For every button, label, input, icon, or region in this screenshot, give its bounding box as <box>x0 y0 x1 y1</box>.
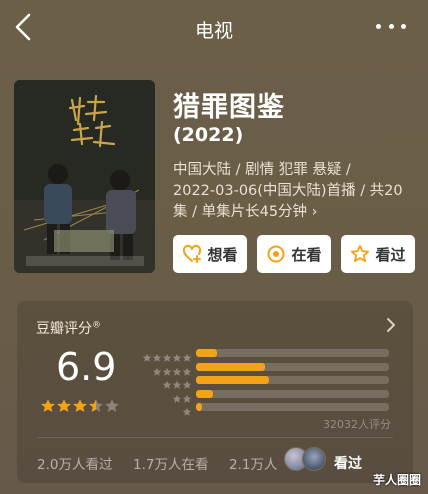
star-icon <box>152 362 162 376</box>
star-icon <box>182 348 192 362</box>
divider <box>37 437 393 438</box>
friend-watched-label[interactable]: 看过 <box>334 453 362 473</box>
rating-bar <box>196 389 389 398</box>
chevron-right-icon[interactable] <box>385 317 397 333</box>
star-icon <box>172 375 182 389</box>
rating-bar <box>196 403 389 411</box>
meta-line: 2022-03-06(中国大陆)首播 / 共20 <box>173 183 403 199</box>
chevron-right-icon: › <box>311 204 318 220</box>
rating-bar <box>196 362 389 371</box>
star-icon <box>104 398 120 414</box>
rating-row <box>141 374 393 389</box>
show-title: 猎罪图鉴 <box>173 92 285 123</box>
want-count: 2.1万人 <box>229 457 278 473</box>
watched-button[interactable]: 看过 <box>341 235 415 273</box>
rating-title: 豆瓣评分® <box>36 320 101 337</box>
want-button-label: 想看 <box>207 245 238 264</box>
watching-button-label: 在看 <box>291 245 322 264</box>
star-icon <box>105 399 119 412</box>
show-year: (2022) <box>173 124 244 146</box>
watched-count: 2.0万人看过 <box>37 457 113 473</box>
more-dots-icon[interactable] <box>376 24 406 32</box>
star-icon <box>172 362 182 376</box>
rating-row <box>141 361 393 376</box>
rating-bar-fill <box>196 349 218 357</box>
star-icon <box>162 348 172 362</box>
watermark: 芋人圈圈 <box>372 473 421 487</box>
star-icon <box>182 407 192 416</box>
rating-score: 6.9 <box>56 345 117 389</box>
top-bar: 电视 <box>0 0 428 56</box>
rating-bar-fill <box>196 362 266 371</box>
star-icon <box>182 389 192 403</box>
meta-line: 中国大陆 / 剧情 犯罪 悬疑 / <box>173 162 351 178</box>
star-icon <box>56 398 72 414</box>
meta-line: 集 / 单集片长45分钟 › <box>173 204 318 220</box>
vote-count: 32032人评分 <box>323 418 391 431</box>
watching-button[interactable]: 在看 <box>257 235 331 273</box>
star-icon <box>142 348 152 362</box>
star-icon <box>73 399 87 412</box>
rating-card[interactable]: 豆瓣评分® 6.9 32032人评分 2.0万人看过 1.7万人在看 2.1万人… <box>17 301 413 483</box>
star-icon <box>162 375 172 389</box>
star-icon <box>40 398 56 414</box>
star-icon <box>182 375 192 389</box>
star-icon <box>41 399 55 412</box>
star-icon <box>162 362 172 376</box>
star-icon <box>89 399 103 412</box>
rating-row <box>141 388 393 403</box>
star-icon <box>172 389 182 403</box>
star-outline-icon <box>351 244 370 263</box>
rating-bar <box>196 349 389 357</box>
want-button[interactable]: 想看 <box>173 235 247 273</box>
star-icon <box>182 362 192 376</box>
rating-bar-fill <box>196 389 214 398</box>
friend-avatars[interactable] <box>284 447 329 471</box>
action-buttons: 想看 在看 看过 <box>173 235 415 273</box>
rating-stars <box>40 398 120 414</box>
rating-row <box>141 401 393 416</box>
watched-button-label: 看过 <box>375 245 406 264</box>
rating-bar-fill <box>196 376 270 384</box>
poster-image[interactable] <box>14 80 155 273</box>
star-icon <box>152 348 162 362</box>
show-meta[interactable]: 中国大陆 / 剧情 犯罪 悬疑 / 2022-03-06(中国大陆)首播 / 共… <box>173 160 413 223</box>
star-icon <box>72 398 88 414</box>
star-icon <box>182 402 192 416</box>
avatar <box>302 447 326 471</box>
star-icon <box>88 398 104 414</box>
heart-plus-icon <box>183 244 202 263</box>
rating-bar <box>196 376 389 384</box>
rating-distribution <box>141 347 393 416</box>
rating-row <box>141 347 393 362</box>
star-icon <box>172 348 182 362</box>
watching-count: 1.7万人在看 <box>133 457 209 473</box>
page-title: 电视 <box>194 20 233 42</box>
rating-bar-fill <box>196 403 202 411</box>
target-circle-icon <box>267 245 285 263</box>
star-icon <box>57 399 71 412</box>
